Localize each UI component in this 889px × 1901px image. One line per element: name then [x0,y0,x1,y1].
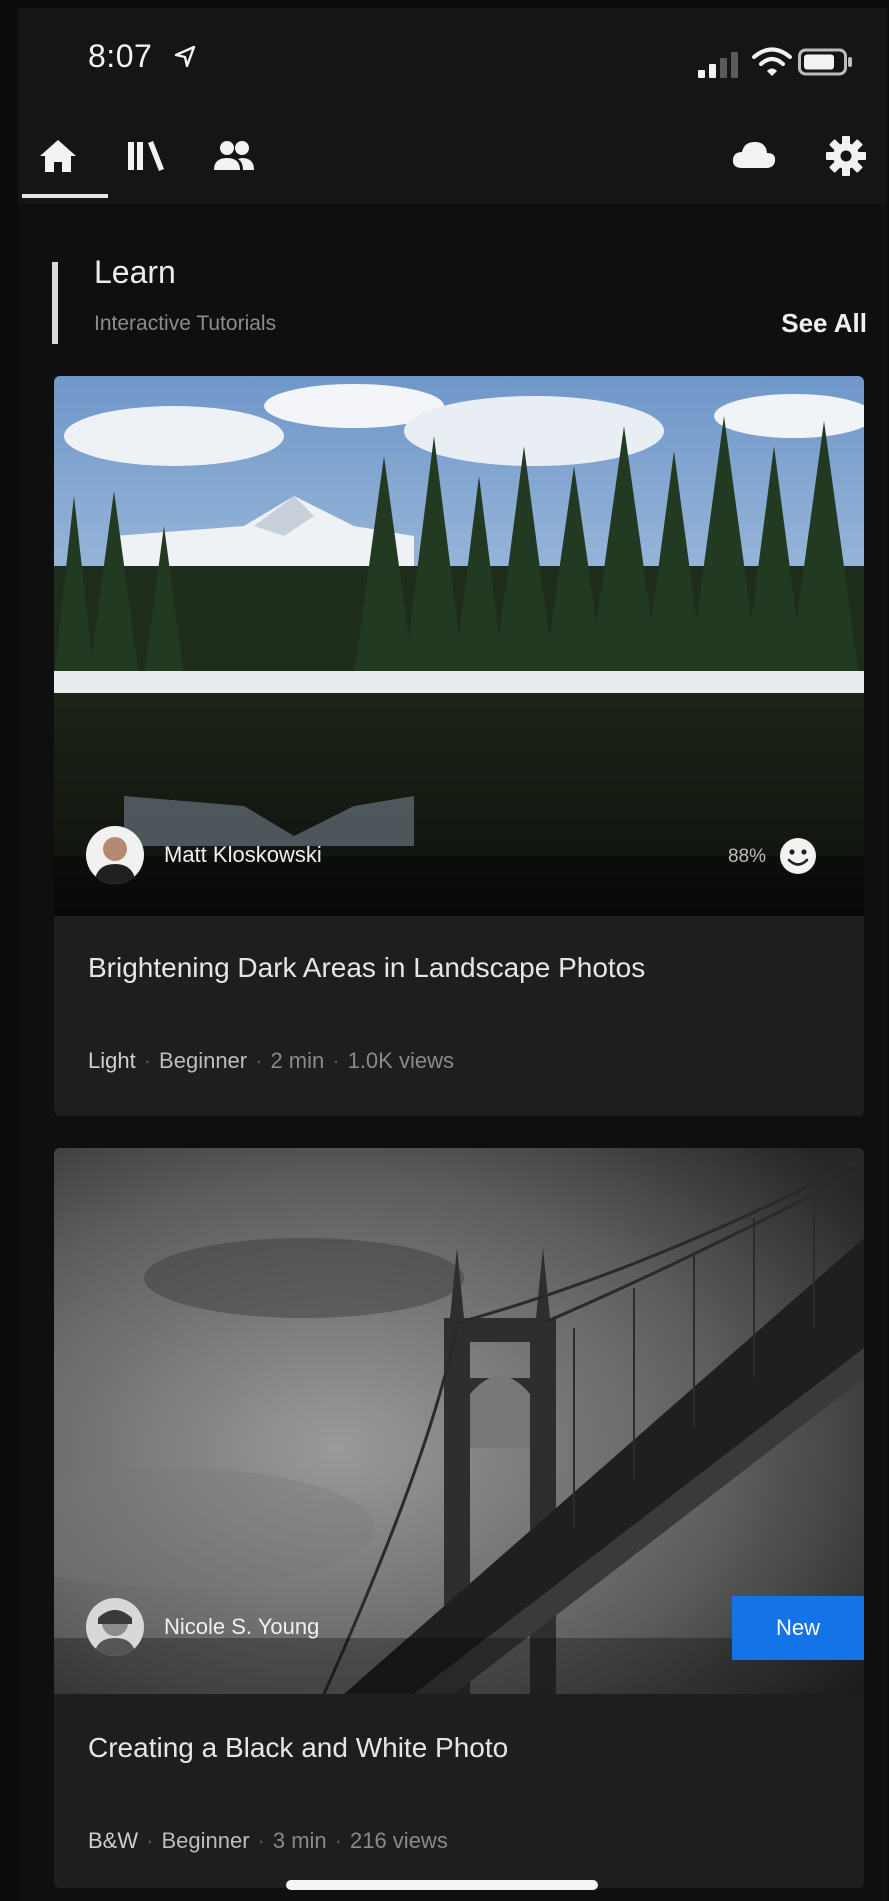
home-indicator[interactable] [286,1880,598,1890]
tutorial-category: Light [88,1048,136,1073]
learn-content: Learn Interactive Tutorials See All Matt… [18,204,887,1901]
cloud-icon[interactable] [730,132,778,180]
tutorial-level: Beginner [161,1828,250,1853]
library-icon[interactable] [122,132,170,180]
tutorial-views: 1.0K views [347,1048,454,1073]
tutorial-meta: B&W · Beginner · 3 min · 216 views [88,1828,448,1853]
tutorial-title: Brightening Dark Areas in Landscape Phot… [88,952,646,983]
top-navigation [18,108,887,204]
wifi-icon [752,47,792,76]
status-bar: 8:07 [18,8,887,108]
status-time: 8:07 [88,38,153,74]
author-avatar[interactable] [86,1598,144,1656]
phone-screen: 8:07 Learn Interactive Tutorials See All… [18,8,887,1901]
landscape-thumbnail [54,376,864,916]
section-accent-bar [52,262,58,344]
tutorial-card[interactable]: Matt Kloskowski 88% Brightening Dark Are… [54,376,864,1116]
gear-icon[interactable] [822,132,870,180]
tutorial-duration: 3 min [272,1828,327,1853]
tutorial-card[interactable]: Nicole S. Young New Creating a Black and… [54,1148,864,1888]
active-tab-indicator [22,194,108,198]
section-title: Learn [94,254,176,290]
author-name: Matt Kloskowski [164,842,322,867]
tutorial-duration: 2 min [270,1048,325,1073]
avatar-image [86,1598,144,1656]
avatar-image [86,826,144,884]
tutorial-level: Beginner [159,1048,248,1073]
tutorial-title: Creating a Black and White Photo [88,1732,509,1763]
home-icon[interactable] [34,132,82,180]
author-avatar[interactable] [86,826,144,884]
battery-icon [798,48,852,76]
smiley-icon [780,838,816,874]
cell-signal-icon [698,52,738,78]
location-arrow-icon [174,45,196,68]
tutorial-views: 216 views [349,1828,448,1853]
section-subtitle: Interactive Tutorials [94,312,277,335]
satisfaction-score: 88% [727,846,766,867]
tutorial-category: B&W [88,1828,139,1853]
see-all-link[interactable]: See All [781,308,867,339]
author-name: Nicole S. Young [164,1614,320,1639]
tutorial-meta: Light · Beginner · 2 min · 1.0K views [88,1048,454,1073]
new-badge: New [732,1596,864,1660]
people-icon[interactable] [210,132,258,180]
